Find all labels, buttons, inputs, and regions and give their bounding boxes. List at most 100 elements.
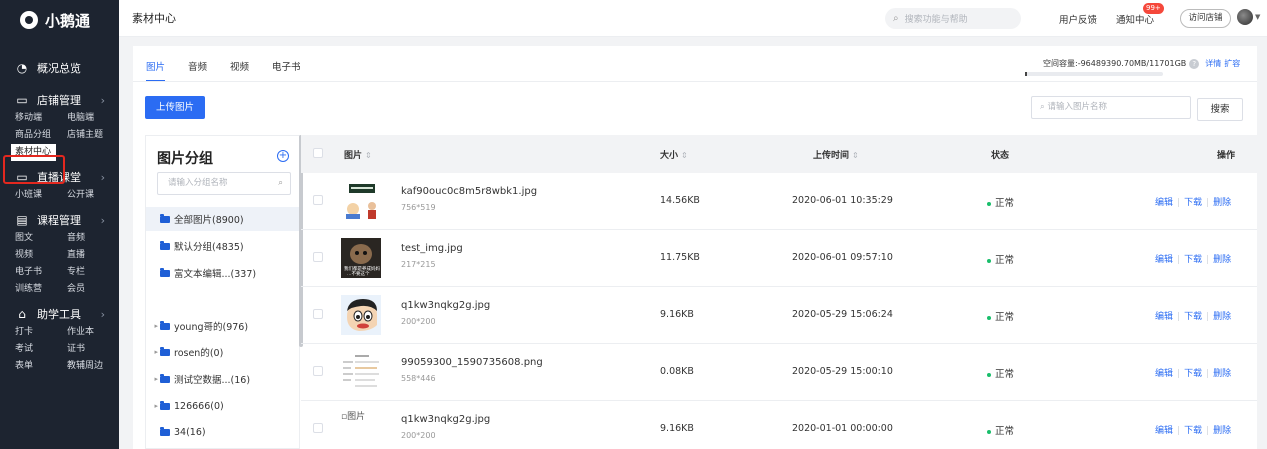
- edit-button[interactable]: 编辑: [1155, 312, 1173, 322]
- file-size: 11.75KB: [660, 252, 700, 263]
- group-item[interactable]: 默认分组(4835): [146, 234, 299, 258]
- sidebar-item-exam[interactable]: 考试: [15, 341, 67, 358]
- status-badge: 正常: [987, 309, 1014, 323]
- sidebar-item-open-class[interactable]: 公开课: [67, 187, 119, 204]
- download-button[interactable]: 下载: [1184, 426, 1202, 436]
- tab-audio[interactable]: 音频: [188, 59, 207, 82]
- row-checkbox[interactable]: [313, 366, 323, 376]
- download-button[interactable]: 下载: [1184, 369, 1202, 379]
- group-item[interactable]: ▸ 测试空数据...(16): [146, 367, 299, 391]
- edit-button[interactable]: 编辑: [1155, 426, 1173, 436]
- upload-image-button[interactable]: 上传图片: [145, 96, 205, 119]
- delete-button[interactable]: 删除: [1213, 312, 1231, 322]
- nav-overview[interactable]: ◔ 概况总览: [0, 58, 119, 78]
- image-thumbnail[interactable]: [341, 181, 381, 221]
- avatar[interactable]: [1237, 9, 1253, 25]
- group-panel: 图片分组 + 请输入分组名称 ⌕ 全部图片(8900) 默认分组(4835) 富…: [145, 135, 300, 449]
- delete-button[interactable]: 删除: [1213, 369, 1231, 379]
- caret-down-icon[interactable]: ▼: [1255, 13, 1260, 21]
- group-item[interactable]: 34(16): [146, 420, 299, 444]
- group-item-label: rosen的(0): [174, 348, 224, 359]
- expand-arrow-icon[interactable]: ▸: [146, 375, 158, 383]
- sidebar-item-video[interactable]: 视频: [15, 247, 67, 264]
- sidebar-item-pc[interactable]: 电脑端: [67, 110, 119, 127]
- global-search-input[interactable]: ⌕ 搜索功能与帮助: [885, 8, 1021, 29]
- group-item-all[interactable]: 全部图片(8900): [146, 207, 299, 231]
- help-icon[interactable]: ?: [1189, 58, 1200, 69]
- sidebar-item-form[interactable]: 表单: [15, 358, 67, 375]
- status-dot-icon: [987, 201, 991, 206]
- sidebar-item-mobile[interactable]: 移动端: [15, 110, 67, 127]
- edit-button[interactable]: 编辑: [1155, 198, 1173, 208]
- image-thumbnail[interactable]: [341, 352, 381, 392]
- add-group-icon[interactable]: +: [277, 150, 289, 162]
- nav-section-tools[interactable]: ⌂ 助学工具 ›: [0, 304, 119, 324]
- download-button[interactable]: 下载: [1184, 198, 1202, 208]
- expand-arrow-icon[interactable]: ▸: [146, 348, 158, 356]
- sidebar-item-camp[interactable]: 训练营: [15, 281, 67, 298]
- delete-button[interactable]: 删除: [1213, 255, 1231, 265]
- sidebar-item-live[interactable]: 直播: [67, 247, 119, 264]
- image-table: 图片 ⇕ 大小 ⇕ 上传时间 ⇕ 状态 操作 kaf90ouc0c8m5r8wbk: [301, 135, 1257, 449]
- sidebar-item-certificate[interactable]: 证书: [67, 341, 119, 358]
- header-size[interactable]: 大小 ⇕: [660, 148, 688, 161]
- group-item-label: 126666(0): [174, 400, 224, 412]
- sidebar-item-member[interactable]: 会员: [67, 281, 119, 298]
- nav-overview-label: 概况总览: [37, 62, 81, 75]
- course-icon: ▤: [16, 213, 28, 227]
- image-thumbnail-broken[interactable]: ▫图片: [341, 409, 381, 449]
- group-item[interactable]: 富文本编辑...(337): [146, 261, 299, 285]
- image-thumbnail[interactable]: [341, 295, 381, 335]
- row-checkbox[interactable]: [313, 423, 323, 433]
- logo[interactable]: 小鹅通: [0, 0, 119, 40]
- sidebar-item-teaching-aids[interactable]: 教辅周边: [67, 358, 119, 375]
- delete-button[interactable]: 删除: [1213, 198, 1231, 208]
- row-checkbox[interactable]: [313, 195, 323, 205]
- storage-expand-link[interactable]: 扩容: [1224, 58, 1240, 69]
- visit-store-button[interactable]: 访问店铺: [1180, 9, 1231, 28]
- download-button[interactable]: 下载: [1184, 255, 1202, 265]
- delete-button[interactable]: 删除: [1213, 426, 1231, 436]
- image-thumbnail[interactable]: 我们都是养成妈妈 …不要这个: [341, 238, 381, 278]
- row-checkbox[interactable]: [313, 309, 323, 319]
- edit-button[interactable]: 编辑: [1155, 255, 1173, 265]
- nav-section-course[interactable]: ▤ 课程管理 ›: [0, 210, 119, 230]
- sidebar-item-product-group[interactable]: 商品分组: [15, 127, 67, 144]
- notice-link[interactable]: 通知中心: [1116, 12, 1154, 26]
- folder-icon: [160, 400, 170, 410]
- row-actions: 编辑 | 下载 | 删除: [1155, 309, 1231, 322]
- feedback-link[interactable]: 用户反馈: [1059, 12, 1097, 26]
- group-item[interactable]: ▸ young哥的(976): [146, 314, 299, 338]
- download-button[interactable]: 下载: [1184, 312, 1202, 322]
- expand-arrow-icon[interactable]: ▸: [146, 322, 158, 330]
- sidebar-item-checkin[interactable]: 打卡: [15, 324, 67, 341]
- image-search-input[interactable]: ⌕ 请输入图片名称: [1031, 96, 1191, 119]
- group-item[interactable]: ▸ 126666(0): [146, 394, 299, 418]
- tab-video[interactable]: 视频: [230, 59, 249, 82]
- sidebar-item-article[interactable]: 图文: [15, 230, 67, 247]
- image-search-placeholder: 请输入图片名称: [1047, 102, 1107, 112]
- expand-arrow-icon[interactable]: ▸: [146, 402, 158, 410]
- header-upload-time[interactable]: 上传时间 ⇕: [813, 148, 859, 161]
- folder-icon: [160, 373, 170, 383]
- select-all-checkbox[interactable]: [313, 148, 323, 158]
- upload-time: 2020-05-29 15:06:24: [792, 309, 893, 320]
- sidebar-item-store-theme[interactable]: 店铺主题: [67, 127, 119, 144]
- group-item[interactable]: ▸ rosen的(0): [146, 340, 299, 364]
- nav-section-store[interactable]: ▭ 店铺管理 ›: [0, 90, 119, 110]
- sidebar-item-audio[interactable]: 音频: [67, 230, 119, 247]
- sidebar-item-ebook[interactable]: 电子书: [15, 264, 67, 281]
- tab-image[interactable]: 图片: [146, 59, 166, 82]
- sidebar-item-column[interactable]: 专栏: [67, 264, 119, 281]
- search-button[interactable]: 搜索: [1197, 98, 1243, 121]
- storage-detail-link[interactable]: 详情: [1205, 58, 1221, 69]
- edit-button[interactable]: 编辑: [1155, 369, 1173, 379]
- divider: |: [1206, 312, 1210, 322]
- header-image[interactable]: 图片 ⇕: [344, 148, 372, 161]
- sidebar-item-small-class[interactable]: 小班课: [15, 187, 67, 204]
- group-search-input[interactable]: 请输入分组名称 ⌕: [157, 172, 291, 195]
- sidebar-item-homework[interactable]: 作业本: [67, 324, 119, 341]
- tab-ebook[interactable]: 电子书: [272, 59, 301, 82]
- row-actions: 编辑 | 下载 | 删除: [1155, 195, 1231, 208]
- row-checkbox[interactable]: [313, 252, 323, 262]
